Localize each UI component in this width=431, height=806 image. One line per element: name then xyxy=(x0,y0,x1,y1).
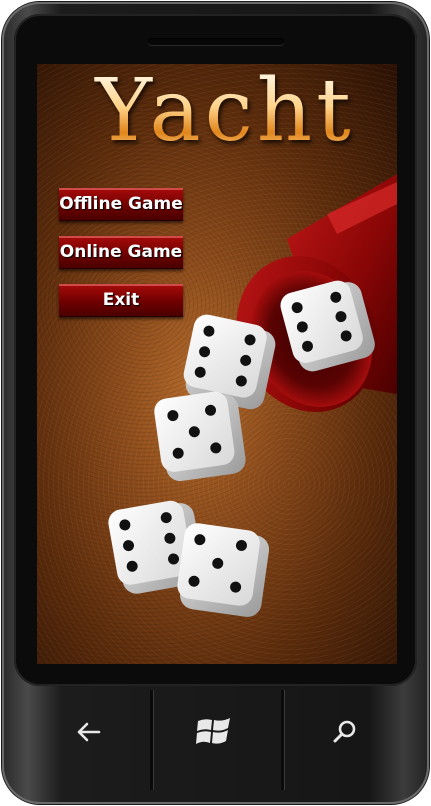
main-menu: Offline Game Online Game Exit xyxy=(59,188,183,332)
phone-device: Yacht Offline Game Online Game Exit xyxy=(2,2,429,804)
bezel-seam-left xyxy=(150,690,153,790)
die-5 xyxy=(177,523,270,617)
die-3 xyxy=(154,391,246,482)
back-arrow-icon xyxy=(77,722,101,742)
search-button[interactable] xyxy=(315,696,375,768)
hardware-button-bar xyxy=(2,690,429,804)
search-icon xyxy=(333,720,356,743)
exit-button[interactable]: Exit xyxy=(59,284,183,317)
online-game-button[interactable]: Online Game xyxy=(59,236,183,269)
windows-logo-icon xyxy=(196,718,230,744)
start-button[interactable] xyxy=(184,696,244,768)
bezel-seam-right xyxy=(281,690,284,790)
game-screen: Yacht Offline Game Online Game Exit xyxy=(37,64,397,664)
back-button[interactable] xyxy=(58,696,118,768)
earpiece-speaker xyxy=(148,38,284,45)
offline-game-button[interactable]: Offline Game xyxy=(59,188,183,221)
app-title: Yacht xyxy=(55,68,395,154)
